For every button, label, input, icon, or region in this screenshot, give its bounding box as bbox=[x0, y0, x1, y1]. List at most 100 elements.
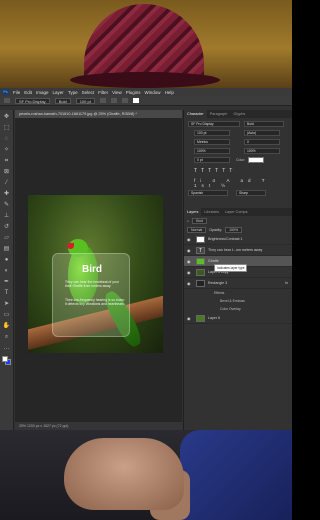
char-kerning[interactable]: Metrics bbox=[194, 139, 230, 145]
effect-bevel-emboss[interactable]: Bevel & Emboss bbox=[184, 297, 292, 305]
pen-tool-icon[interactable]: ✒ bbox=[3, 278, 11, 286]
path-selection-tool-icon[interactable]: ➤ bbox=[3, 300, 11, 308]
effect-color-overlay[interactable]: Color Overlay bbox=[184, 305, 292, 313]
char-color-swatch[interactable] bbox=[248, 157, 264, 163]
lasso-tool-icon[interactable]: ◌ bbox=[3, 135, 11, 143]
menu-edit[interactable]: Edit bbox=[24, 90, 32, 95]
char-font-size[interactable]: 100 pt bbox=[194, 130, 230, 136]
layer-kind-filter[interactable]: Kind bbox=[191, 217, 207, 224]
layer-row[interactable]: ◉ Layer 6 bbox=[184, 313, 292, 324]
font-family-select[interactable]: SF Pro Display bbox=[15, 97, 50, 104]
move-tool-icon[interactable]: ✥ bbox=[3, 113, 11, 121]
tab-libraries[interactable]: Libraries bbox=[201, 208, 222, 216]
gradient-tool-icon[interactable]: ▤ bbox=[3, 245, 11, 253]
foreground-color-swatch[interactable] bbox=[2, 356, 8, 362]
shape-layer-thumbnail bbox=[196, 280, 205, 287]
hand-tool-icon[interactable]: ✋ bbox=[3, 322, 11, 330]
status-bar: 25% 1200 px x 1627 px (72 ppi) bbox=[15, 422, 182, 430]
char-vertical-scale[interactable]: 100% bbox=[194, 148, 230, 154]
tab-glyphs[interactable]: Glyphs bbox=[230, 110, 248, 118]
layer-row-selected[interactable]: ◉ Giraffe Indicates layer type bbox=[184, 256, 292, 272]
font-size-select[interactable]: 100 pt bbox=[75, 97, 95, 104]
canvas-area[interactable]: Bird They can hear the heartbeat of your… bbox=[15, 118, 182, 422]
layers-panel-tabs: Layers Libraries Layer Comps bbox=[184, 208, 292, 216]
document-tab[interactable]: pexels-roshan-kamath-701610-1661179.jpg … bbox=[15, 110, 182, 118]
layer-name: Layer 6 bbox=[208, 316, 220, 320]
align-center-icon[interactable] bbox=[110, 98, 117, 103]
effects-label[interactable]: Effects bbox=[184, 289, 292, 297]
eyedropper-tool-icon[interactable]: ⁄ bbox=[3, 179, 11, 187]
tab-character[interactable]: Character bbox=[184, 110, 207, 118]
char-horizontal-scale[interactable]: 100% bbox=[244, 148, 280, 154]
marquee-tool-icon[interactable]: ⬚ bbox=[3, 124, 11, 132]
tab-layers[interactable]: Layers bbox=[184, 208, 202, 216]
char-baseline-shift[interactable]: 0 pt bbox=[194, 157, 230, 163]
eye-icon[interactable]: ◉ bbox=[187, 316, 191, 321]
frame-tool-icon[interactable]: ⊠ bbox=[3, 168, 11, 176]
char-style-buttons[interactable]: TTTTTT bbox=[194, 168, 236, 174]
char-font-style[interactable]: Bold bbox=[244, 121, 284, 127]
text-color-swatch[interactable] bbox=[132, 98, 139, 103]
blend-mode-select[interactable]: Normal bbox=[187, 226, 207, 233]
image-layer-thumbnail bbox=[196, 315, 205, 322]
options-bar: SF Pro Display Bold 100 pt bbox=[0, 96, 292, 106]
brush-tool-icon[interactable]: ✎ bbox=[3, 201, 11, 209]
healing-brush-tool-icon[interactable]: ✚ bbox=[3, 190, 11, 198]
tab-layer-comps[interactable]: Layer Comps bbox=[222, 208, 251, 216]
camera-photo-bottom bbox=[0, 430, 292, 520]
layer-row[interactable]: ◉ T They can hear t...om meters away bbox=[184, 245, 292, 256]
glass-info-card[interactable]: Bird They can hear the heartbeat of your… bbox=[52, 253, 130, 337]
menu-type[interactable]: Type bbox=[68, 90, 78, 95]
align-left-icon[interactable] bbox=[99, 98, 106, 103]
menu-file[interactable]: File bbox=[13, 90, 20, 95]
hat-brim bbox=[70, 72, 220, 88]
crop-tool-icon[interactable]: ⌗ bbox=[3, 157, 11, 165]
opacity-label: Opacity: bbox=[209, 227, 223, 232]
font-style-select[interactable]: Bold bbox=[54, 97, 71, 104]
char-font-family[interactable]: SF Pro Display bbox=[188, 121, 240, 127]
rectangle-tool-icon[interactable]: ▭ bbox=[3, 311, 11, 319]
more-tools-icon[interactable]: … bbox=[3, 344, 11, 352]
menu-window[interactable]: Window bbox=[145, 90, 161, 95]
char-opentype-buttons[interactable]: fi σ A ad T 1st ½ bbox=[194, 178, 292, 188]
hand bbox=[64, 438, 184, 510]
opacity-field[interactable]: 100% bbox=[225, 226, 243, 233]
menu-plugins[interactable]: Plugins bbox=[126, 90, 141, 95]
char-antialias[interactable]: Sharp bbox=[236, 190, 266, 196]
clone-stamp-tool-icon[interactable]: ⊥ bbox=[3, 212, 11, 220]
layer-name: Rectangle 3 bbox=[208, 281, 228, 285]
align-right-icon[interactable] bbox=[121, 98, 128, 103]
zoom-tool-icon[interactable]: ⌕ bbox=[3, 333, 11, 341]
menu-help[interactable]: Help bbox=[165, 90, 174, 95]
layer-row[interactable]: ◉ Rectangle 3 fx bbox=[184, 278, 292, 289]
menu-layer[interactable]: Layer bbox=[53, 90, 64, 95]
blur-tool-icon[interactable]: ● bbox=[3, 256, 11, 264]
menu-image[interactable]: Image bbox=[36, 90, 49, 95]
type-tool-icon[interactable]: T bbox=[3, 289, 11, 297]
layer-row[interactable]: ◉ Brightness/Contrast 1 bbox=[184, 234, 292, 245]
type-tool-icon[interactable] bbox=[4, 98, 10, 103]
history-brush-tool-icon[interactable]: ↺ bbox=[3, 223, 11, 231]
dodge-tool-icon[interactable]: ◐ bbox=[3, 267, 11, 275]
eye-icon[interactable]: ◉ bbox=[187, 270, 191, 275]
photoshop-window: Ps File Edit Image Layer Type Select Fil… bbox=[0, 88, 292, 430]
tab-paragraph[interactable]: Paragraph bbox=[207, 110, 231, 118]
eraser-tool-icon[interactable]: ▱ bbox=[3, 234, 11, 242]
char-leading[interactable]: (Auto) bbox=[244, 130, 280, 136]
menu-filter[interactable]: Filter bbox=[98, 90, 108, 95]
layer-name: They can hear t...om meters away bbox=[208, 248, 263, 252]
menu-view[interactable]: View bbox=[112, 90, 122, 95]
layer-name: Giraffe bbox=[208, 259, 219, 263]
fx-icon[interactable]: fx bbox=[285, 281, 288, 285]
artboard-image[interactable]: Bird They can hear the heartbeat of your… bbox=[28, 195, 163, 353]
eye-icon[interactable]: ◉ bbox=[187, 281, 191, 286]
menu-bar: Ps File Edit Image Layer Type Select Fil… bbox=[0, 88, 292, 96]
char-language[interactable]: Spanish bbox=[188, 190, 228, 196]
menu-select[interactable]: Select bbox=[82, 90, 95, 95]
magic-wand-tool-icon[interactable]: ✧ bbox=[3, 146, 11, 154]
eye-icon[interactable]: ◉ bbox=[187, 248, 191, 253]
eye-icon[interactable]: ◉ bbox=[187, 237, 191, 242]
eye-icon[interactable]: ◉ bbox=[187, 259, 191, 264]
card-title: Bird bbox=[82, 264, 102, 275]
char-tracking[interactable]: 0 bbox=[244, 139, 280, 145]
